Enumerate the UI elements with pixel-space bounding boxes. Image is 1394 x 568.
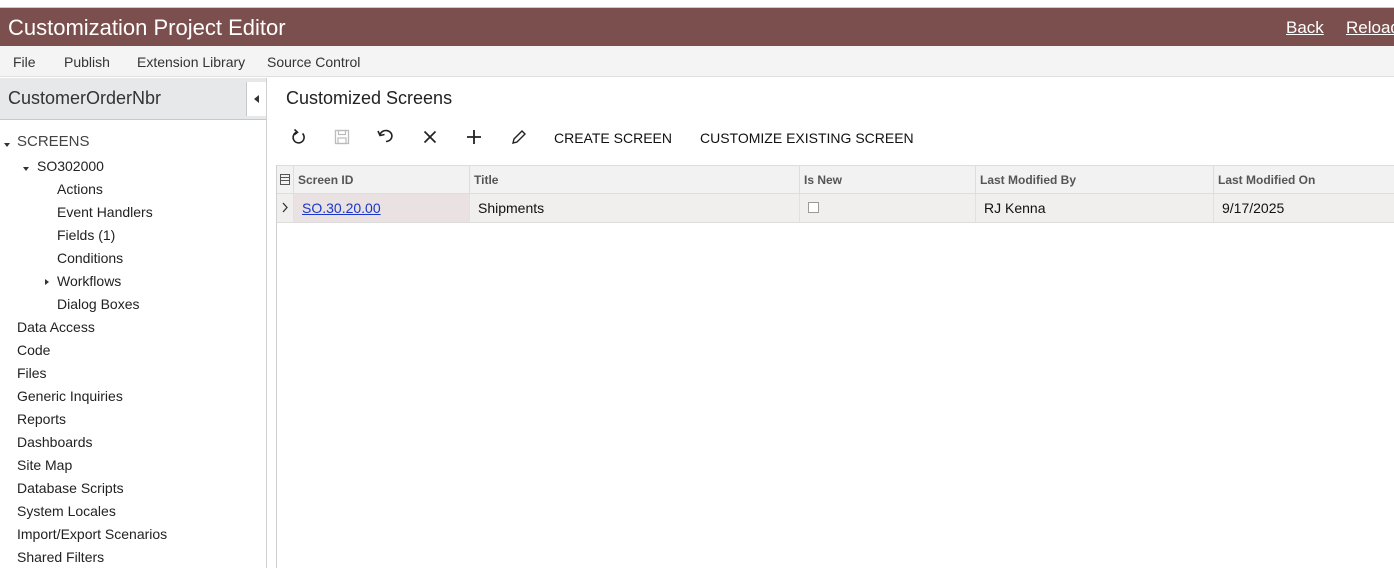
tree-dialog-boxes[interactable]: Dialog Boxes — [57, 296, 140, 312]
refresh-icon — [292, 128, 305, 144]
tree-shared-filters[interactable]: Shared Filters — [17, 549, 104, 565]
tree-screens[interactable]: SCREENS — [17, 133, 90, 150]
expand-workflows-icon[interactable] — [45, 279, 49, 285]
chevron-right-icon — [282, 202, 288, 213]
collapse-sidebar-button[interactable] — [246, 82, 266, 116]
cell-is-new — [799, 194, 975, 222]
row-expand-button[interactable] — [277, 194, 293, 222]
app-titlebar: Customization Project Editor Back Reload — [0, 8, 1394, 46]
col-header-screen-id[interactable]: Screen ID — [293, 166, 469, 194]
back-link[interactable]: Back — [1286, 18, 1324, 38]
table-row[interactable]: SO.30.20.00 Shipments RJ Kenna 9/17/2025 — [277, 194, 1394, 223]
tree-dashboards[interactable]: Dashboards — [17, 434, 93, 450]
tree-workflows[interactable]: Workflows — [57, 273, 121, 289]
project-sidebar: CustomerOrderNbr SCREENS SO302000 Action… — [0, 78, 267, 568]
refresh-button[interactable] — [286, 126, 312, 148]
tree-generic-inquiries[interactable]: Generic Inquiries — [17, 388, 123, 404]
menu-extension-library[interactable]: Extension Library — [137, 54, 245, 70]
expand-screen-icon[interactable] — [23, 167, 29, 171]
browser-top-strip — [0, 0, 1394, 8]
save-button[interactable] — [329, 126, 355, 148]
menu-file[interactable]: File — [13, 54, 36, 70]
tree-system-locales[interactable]: System Locales — [17, 503, 116, 519]
customized-screens-grid: Screen ID Title Is New Last Modified By … — [276, 165, 1394, 568]
customize-existing-screen-button[interactable]: CUSTOMIZE EXISTING SCREEN — [700, 130, 914, 146]
tree-reports[interactable]: Reports — [17, 411, 66, 427]
page-title: Customized Screens — [286, 88, 453, 108]
column-settings-icon — [280, 174, 290, 185]
tree-data-access[interactable]: Data Access — [17, 319, 95, 335]
tree-code[interactable]: Code — [17, 342, 50, 358]
col-header-last-modified-by[interactable]: Last Modified By — [975, 166, 1213, 194]
delete-icon — [423, 130, 437, 144]
save-icon — [334, 129, 350, 145]
tree-site-map[interactable]: Site Map — [17, 457, 72, 473]
tree-import-export-scenarios[interactable]: Import/Export Scenarios — [17, 526, 167, 542]
add-button[interactable] — [461, 126, 487, 148]
cell-last-modified-on: 9/17/2025 — [1213, 194, 1394, 222]
tree-fields[interactable]: Fields (1) — [57, 227, 115, 243]
cell-last-modified-by: RJ Kenna — [975, 194, 1213, 222]
col-header-title[interactable]: Title — [469, 166, 799, 194]
column-chooser-button[interactable] — [277, 166, 293, 194]
reload-link[interactable]: Reload — [1346, 18, 1394, 38]
tree-database-scripts[interactable]: Database Scripts — [17, 480, 124, 496]
tree-event-handlers[interactable]: Event Handlers — [57, 204, 153, 220]
cell-screen-id-link[interactable]: SO.30.20.00 — [293, 194, 469, 222]
menu-publish[interactable]: Publish — [64, 54, 110, 70]
tree-files[interactable]: Files — [17, 365, 47, 381]
app-title: Customization Project Editor — [8, 15, 286, 40]
col-header-is-new[interactable]: Is New — [799, 166, 975, 194]
project-header: CustomerOrderNbr — [0, 78, 266, 120]
project-name: CustomerOrderNbr — [8, 88, 162, 108]
add-icon — [467, 130, 481, 144]
is-new-checkbox[interactable] — [808, 202, 819, 213]
col-header-last-modified-on[interactable]: Last Modified On — [1213, 166, 1394, 194]
tree-conditions[interactable]: Conditions — [57, 250, 123, 266]
main-panel: Customized Screens CREATE SCREEN CUSTOMI… — [267, 78, 1394, 568]
menu-bar: File Publish Extension Library Source Co… — [0, 46, 1394, 77]
cell-title: Shipments — [469, 194, 799, 222]
undo-button[interactable] — [373, 126, 399, 148]
edit-icon — [512, 130, 526, 144]
menu-source-control[interactable]: Source Control — [267, 54, 360, 70]
create-screen-button[interactable]: CREATE SCREEN — [554, 130, 672, 146]
tree-screen-so302000[interactable]: SO302000 — [37, 158, 104, 174]
edit-button[interactable] — [505, 126, 531, 148]
tree-actions[interactable]: Actions — [57, 181, 103, 197]
undo-icon — [377, 129, 393, 143]
grid-header: Screen ID Title Is New Last Modified By … — [277, 165, 1394, 194]
expand-screens-icon[interactable] — [4, 143, 10, 147]
delete-button[interactable] — [417, 126, 443, 148]
